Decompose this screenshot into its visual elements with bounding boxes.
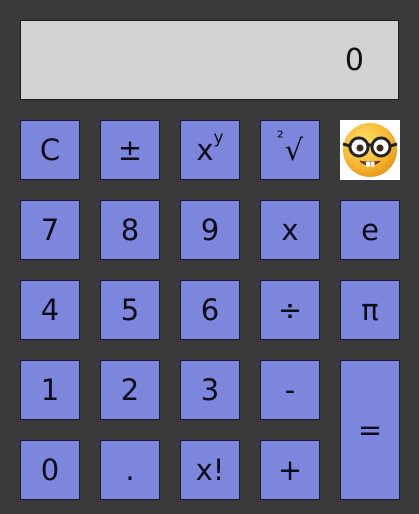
- digit-0-label: 0: [40, 453, 60, 487]
- power-base-label: x: [196, 133, 214, 167]
- clear-label: C: [39, 133, 61, 167]
- pi-button[interactable]: π: [340, 280, 400, 340]
- factorial-label: x!: [195, 453, 225, 487]
- root-symbol-label: √: [284, 133, 304, 167]
- equals-button[interactable]: =: [340, 360, 400, 500]
- digit-8-button[interactable]: 8: [100, 200, 160, 260]
- factorial-button[interactable]: x!: [180, 440, 240, 500]
- divide-button[interactable]: ÷: [260, 280, 320, 340]
- digit-9-button[interactable]: 9: [180, 200, 240, 260]
- pi-label: π: [361, 293, 379, 327]
- plus-minus-button[interactable]: ±: [100, 120, 160, 180]
- digit-1-label: 1: [40, 373, 60, 407]
- digit-9-label: 9: [200, 213, 220, 247]
- digit-2-button[interactable]: 2: [100, 360, 160, 420]
- digit-3-label: 3: [200, 373, 220, 407]
- decimal-point-label: .: [125, 453, 135, 487]
- root-index-label: ²: [276, 128, 284, 148]
- minus-label: -: [284, 373, 296, 407]
- calculator-display: 0: [20, 20, 399, 100]
- digit-2-label: 2: [120, 373, 140, 407]
- nerd-face-button[interactable]: [340, 120, 400, 180]
- power-button[interactable]: xy: [180, 120, 240, 180]
- digit-3-button[interactable]: 3: [180, 360, 240, 420]
- nerd-face-icon: [342, 123, 398, 177]
- decimal-point-button[interactable]: .: [100, 440, 160, 500]
- digit-7-button[interactable]: 7: [20, 200, 80, 260]
- digit-7-label: 7: [40, 213, 60, 247]
- display-value: 0: [344, 42, 364, 78]
- digit-6-button[interactable]: 6: [180, 280, 240, 340]
- clear-button[interactable]: C: [20, 120, 80, 180]
- equals-label: =: [357, 413, 383, 447]
- euler-e-label: e: [361, 213, 379, 247]
- square-root-button[interactable]: ² √: [260, 120, 320, 180]
- digit-0-button[interactable]: 0: [20, 440, 80, 500]
- digit-4-button[interactable]: 4: [20, 280, 80, 340]
- digit-5-button[interactable]: 5: [100, 280, 160, 340]
- digit-8-label: 8: [120, 213, 140, 247]
- power-exponent-label: y: [213, 128, 224, 148]
- euler-e-button[interactable]: e: [340, 200, 400, 260]
- digit-5-label: 5: [120, 293, 140, 327]
- plus-label: +: [277, 453, 303, 487]
- divide-label: ÷: [277, 293, 303, 327]
- minus-button[interactable]: -: [260, 360, 320, 420]
- plus-button[interactable]: +: [260, 440, 320, 500]
- digit-6-label: 6: [200, 293, 220, 327]
- multiply-button[interactable]: x: [260, 200, 320, 260]
- digit-1-button[interactable]: 1: [20, 360, 80, 420]
- multiply-label: x: [281, 213, 299, 247]
- plus-minus-label: ±: [117, 133, 143, 167]
- digit-4-label: 4: [40, 293, 60, 327]
